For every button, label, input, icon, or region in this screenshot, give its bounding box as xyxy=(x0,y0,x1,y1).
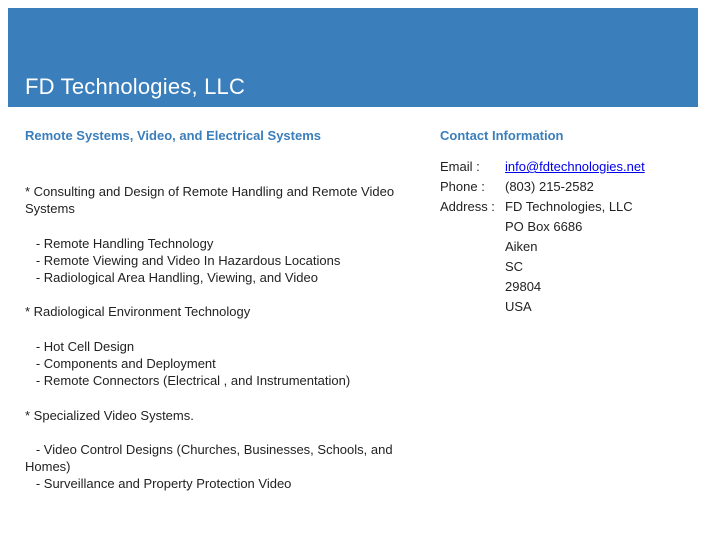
email-label: Email : xyxy=(440,159,480,174)
services-section: Remote Systems, Video, and Electrical Sy… xyxy=(25,127,403,493)
services-list: * Consulting and Design of Remote Handli… xyxy=(25,183,403,493)
contact-heading: Contact Information xyxy=(440,128,564,143)
service-line: - Remote Viewing and Video In Hazardous … xyxy=(25,252,341,268)
service-line: - Surveillance and Property Protection V… xyxy=(25,476,292,492)
service-line: - Remote Connectors (Electrical , and In… xyxy=(25,373,351,389)
address-line: PO Box 6686 xyxy=(505,219,583,234)
address-line: USA xyxy=(505,299,532,314)
service-line: - Components and Deployment xyxy=(25,355,216,371)
contact-section: Contact Information Email : info@fdtechn… xyxy=(440,127,645,317)
address-line: SC xyxy=(505,259,524,274)
phone-value: (803) 215-2582 xyxy=(505,179,594,194)
address-value: FD Technologies, LLC PO Box 6686 Aiken SC 29… xyxy=(505,197,645,317)
service-line: - Remote Handling Technology xyxy=(25,235,214,251)
service-line: - Hot Cell Design xyxy=(25,338,135,354)
address-line: FD Technologies, LLC xyxy=(505,199,633,214)
service-line: * Specialized Video Systems. xyxy=(25,407,194,423)
service-line: - Video Control Designs (Churches, Busin… xyxy=(25,441,397,475)
email-link[interactable]: info@fdtechnologies.net xyxy=(505,159,645,174)
address-label: Address : xyxy=(440,199,495,214)
address-line: 29804 xyxy=(505,279,542,294)
service-line: * Radiological Environment Technology xyxy=(25,304,251,320)
site-title: FD Technologies, LLC xyxy=(25,74,246,99)
services-heading: Remote Systems, Video, and Electrical Sy… xyxy=(25,128,322,143)
service-line: - Radiological Area Handling, Viewing, a… xyxy=(25,270,318,285)
phone-label: Phone : xyxy=(440,179,485,194)
address-line: Aiken xyxy=(505,239,538,254)
header-banner: FD Technologies, LLC xyxy=(8,8,698,107)
contact-table: Email : info@fdtechnologies.net Phone : … xyxy=(440,157,645,317)
service-line: * Consulting and Design of Remote Handli… xyxy=(25,184,398,217)
